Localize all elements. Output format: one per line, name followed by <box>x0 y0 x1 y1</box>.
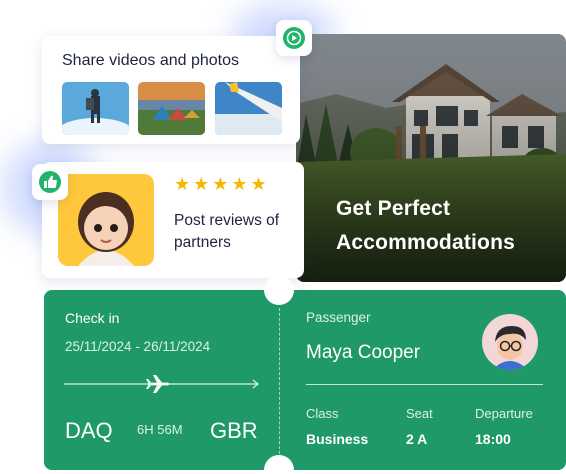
share-card: Share videos and photos <box>42 36 300 144</box>
flight-duration: 6H 56M <box>137 422 183 437</box>
class-label: Class <box>306 406 339 421</box>
cartoon-girl-avatar <box>58 174 154 266</box>
check-in-dates: 25/11/2024 - 26/11/2024 <box>65 339 211 354</box>
share-title: Share videos and photos <box>62 52 240 69</box>
camping-tents-photo[interactable] <box>138 82 205 135</box>
ticket-divider <box>279 308 280 454</box>
departure-value: 18:00 <box>475 431 511 447</box>
origin-code: DAQ <box>65 418 113 443</box>
destination-code: GBR <box>210 418 258 443</box>
airplane-icon <box>146 375 169 393</box>
accommodation-card[interactable]: Get Perfect Accommodations <box>296 34 566 282</box>
flight-route-line <box>64 375 259 393</box>
seat-value: 2 A <box>406 431 428 447</box>
boarding-ticket[interactable]: Check in 25/11/2024 - 26/11/2024 DAQ 6H … <box>44 275 566 474</box>
play-badge[interactable] <box>276 20 312 56</box>
accommodation-title-line2: Accommodations <box>336 231 515 254</box>
check-in-label: Check in <box>65 310 120 326</box>
review-text: Post reviews of partners <box>174 212 280 251</box>
accommodation-title: Get Perfect Accommodations <box>336 192 515 260</box>
hiker-photo[interactable] <box>62 82 129 135</box>
seat-label: Seat <box>406 406 433 421</box>
passenger-divider <box>306 384 543 385</box>
passenger-label: Passenger <box>306 310 371 325</box>
ticket-notch <box>264 275 294 305</box>
review-card: ★★★★★ Post reviews of partners <box>42 162 304 278</box>
star-rating: ★★★★★ <box>174 174 270 194</box>
airplane-wing-photo[interactable] <box>215 82 282 135</box>
departure-label: Departure <box>475 406 533 421</box>
ticket-notch <box>264 455 294 474</box>
thumbs-up-badge[interactable] <box>32 164 68 200</box>
accommodation-title-line1: Get Perfect <box>336 197 451 220</box>
thumbs-up-icon <box>39 171 61 193</box>
class-value: Business <box>306 431 369 447</box>
passenger-name: Maya Cooper <box>306 342 421 363</box>
passenger-avatar <box>482 314 538 370</box>
play-circle-icon <box>283 27 305 49</box>
